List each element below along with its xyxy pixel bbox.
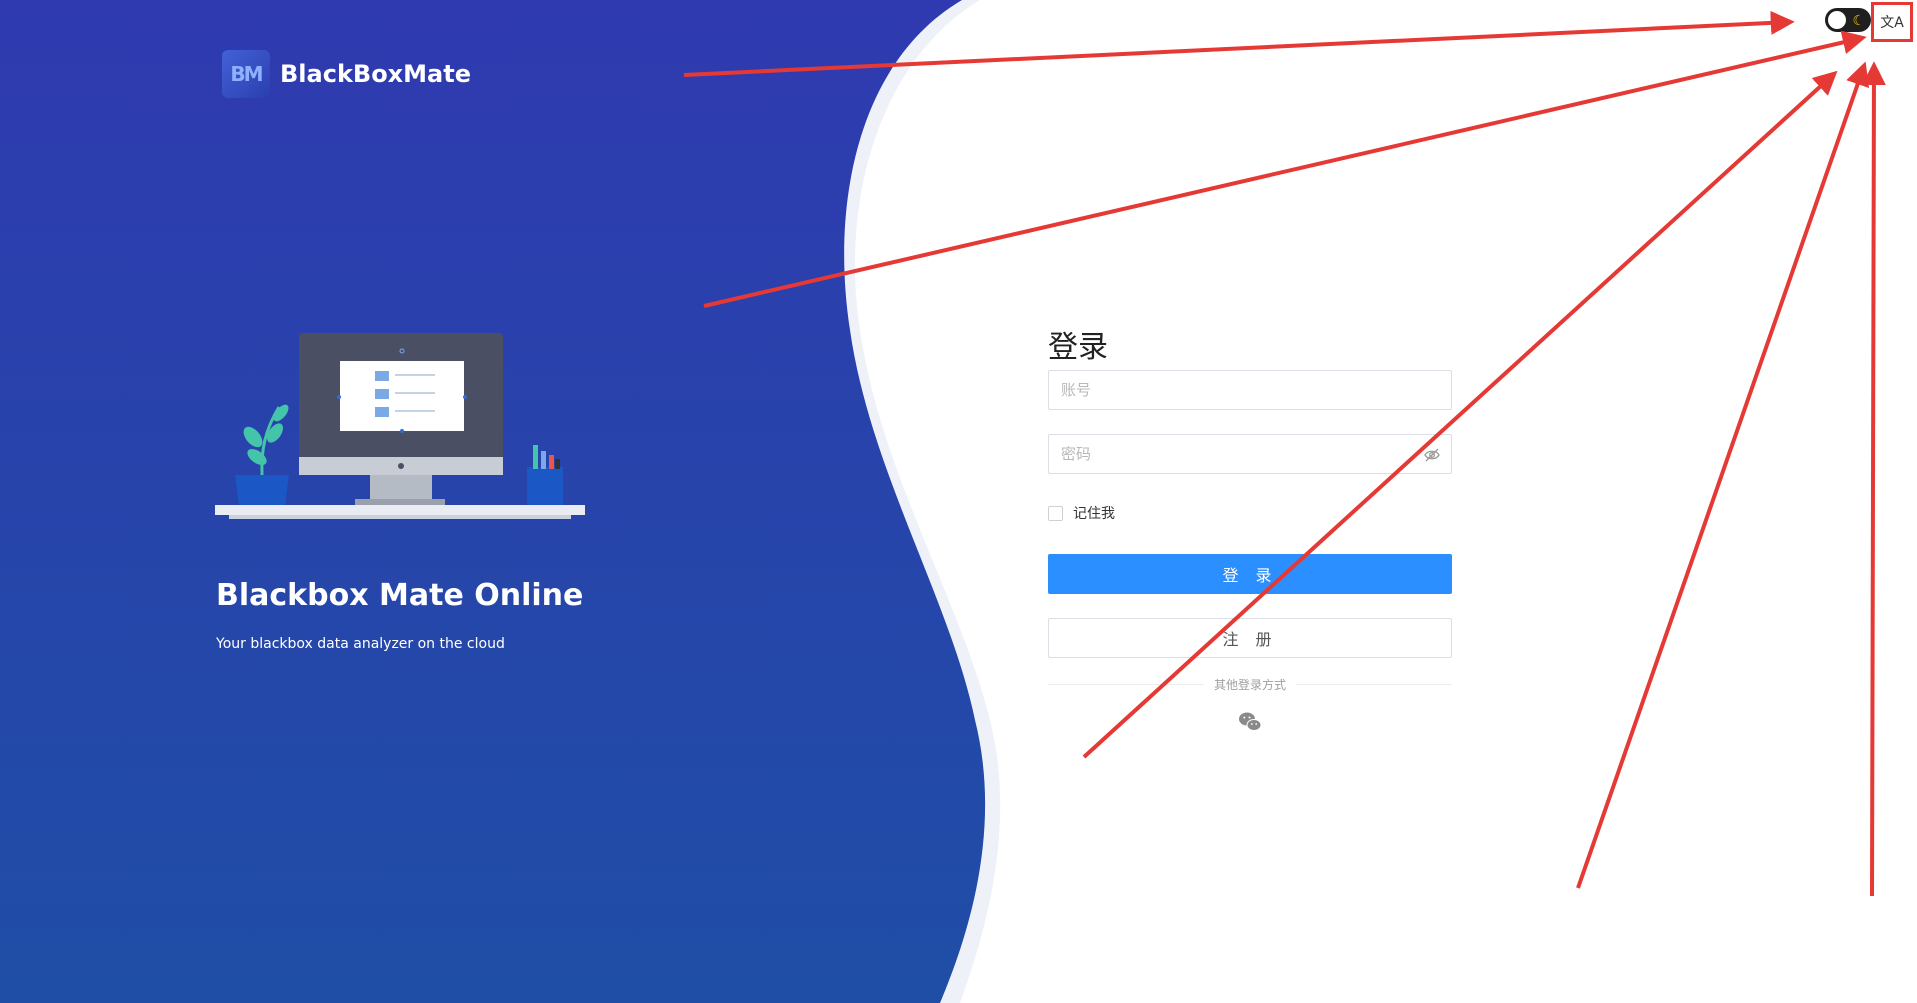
translate-icon: 文A [1880, 15, 1904, 31]
register-button[interactable]: 注 册 [1048, 618, 1452, 658]
eye-hidden-icon[interactable] [1423, 446, 1441, 464]
password-field [1048, 434, 1452, 474]
desktop-illustration [215, 333, 585, 519]
hero-title: Blackbox Mate Online [216, 578, 584, 613]
password-input[interactable] [1049, 435, 1451, 473]
wechat-icon[interactable] [1238, 711, 1262, 733]
other-login-label: 其他登录方式 [1214, 677, 1287, 692]
brand-name: BlackBoxMate [280, 60, 471, 88]
brand[interactable]: BM BlackBoxMate [222, 50, 471, 98]
toggle-knob [1828, 11, 1846, 29]
divider-line-left [1048, 683, 1204, 685]
login-button[interactable]: 登 录 [1048, 554, 1452, 594]
other-login-divider: 其他登录方式 [1048, 676, 1453, 692]
account-input[interactable] [1049, 371, 1451, 409]
hero-subtitle: Your blackbox data analyzer on the cloud [216, 636, 505, 652]
login-title: 登录 [1048, 330, 1108, 365]
remember-label: 记住我 [1073, 506, 1115, 522]
moon-icon: ☾ [1852, 12, 1865, 28]
language-switch-button[interactable]: 文A [1871, 2, 1913, 42]
brand-logo: BM [222, 50, 270, 98]
account-field [1048, 370, 1452, 410]
remember-me[interactable]: 记住我 [1048, 503, 1115, 523]
theme-toggle[interactable]: ☾ [1825, 8, 1871, 32]
remember-checkbox[interactable] [1048, 505, 1063, 521]
divider-line-right [1296, 683, 1453, 685]
